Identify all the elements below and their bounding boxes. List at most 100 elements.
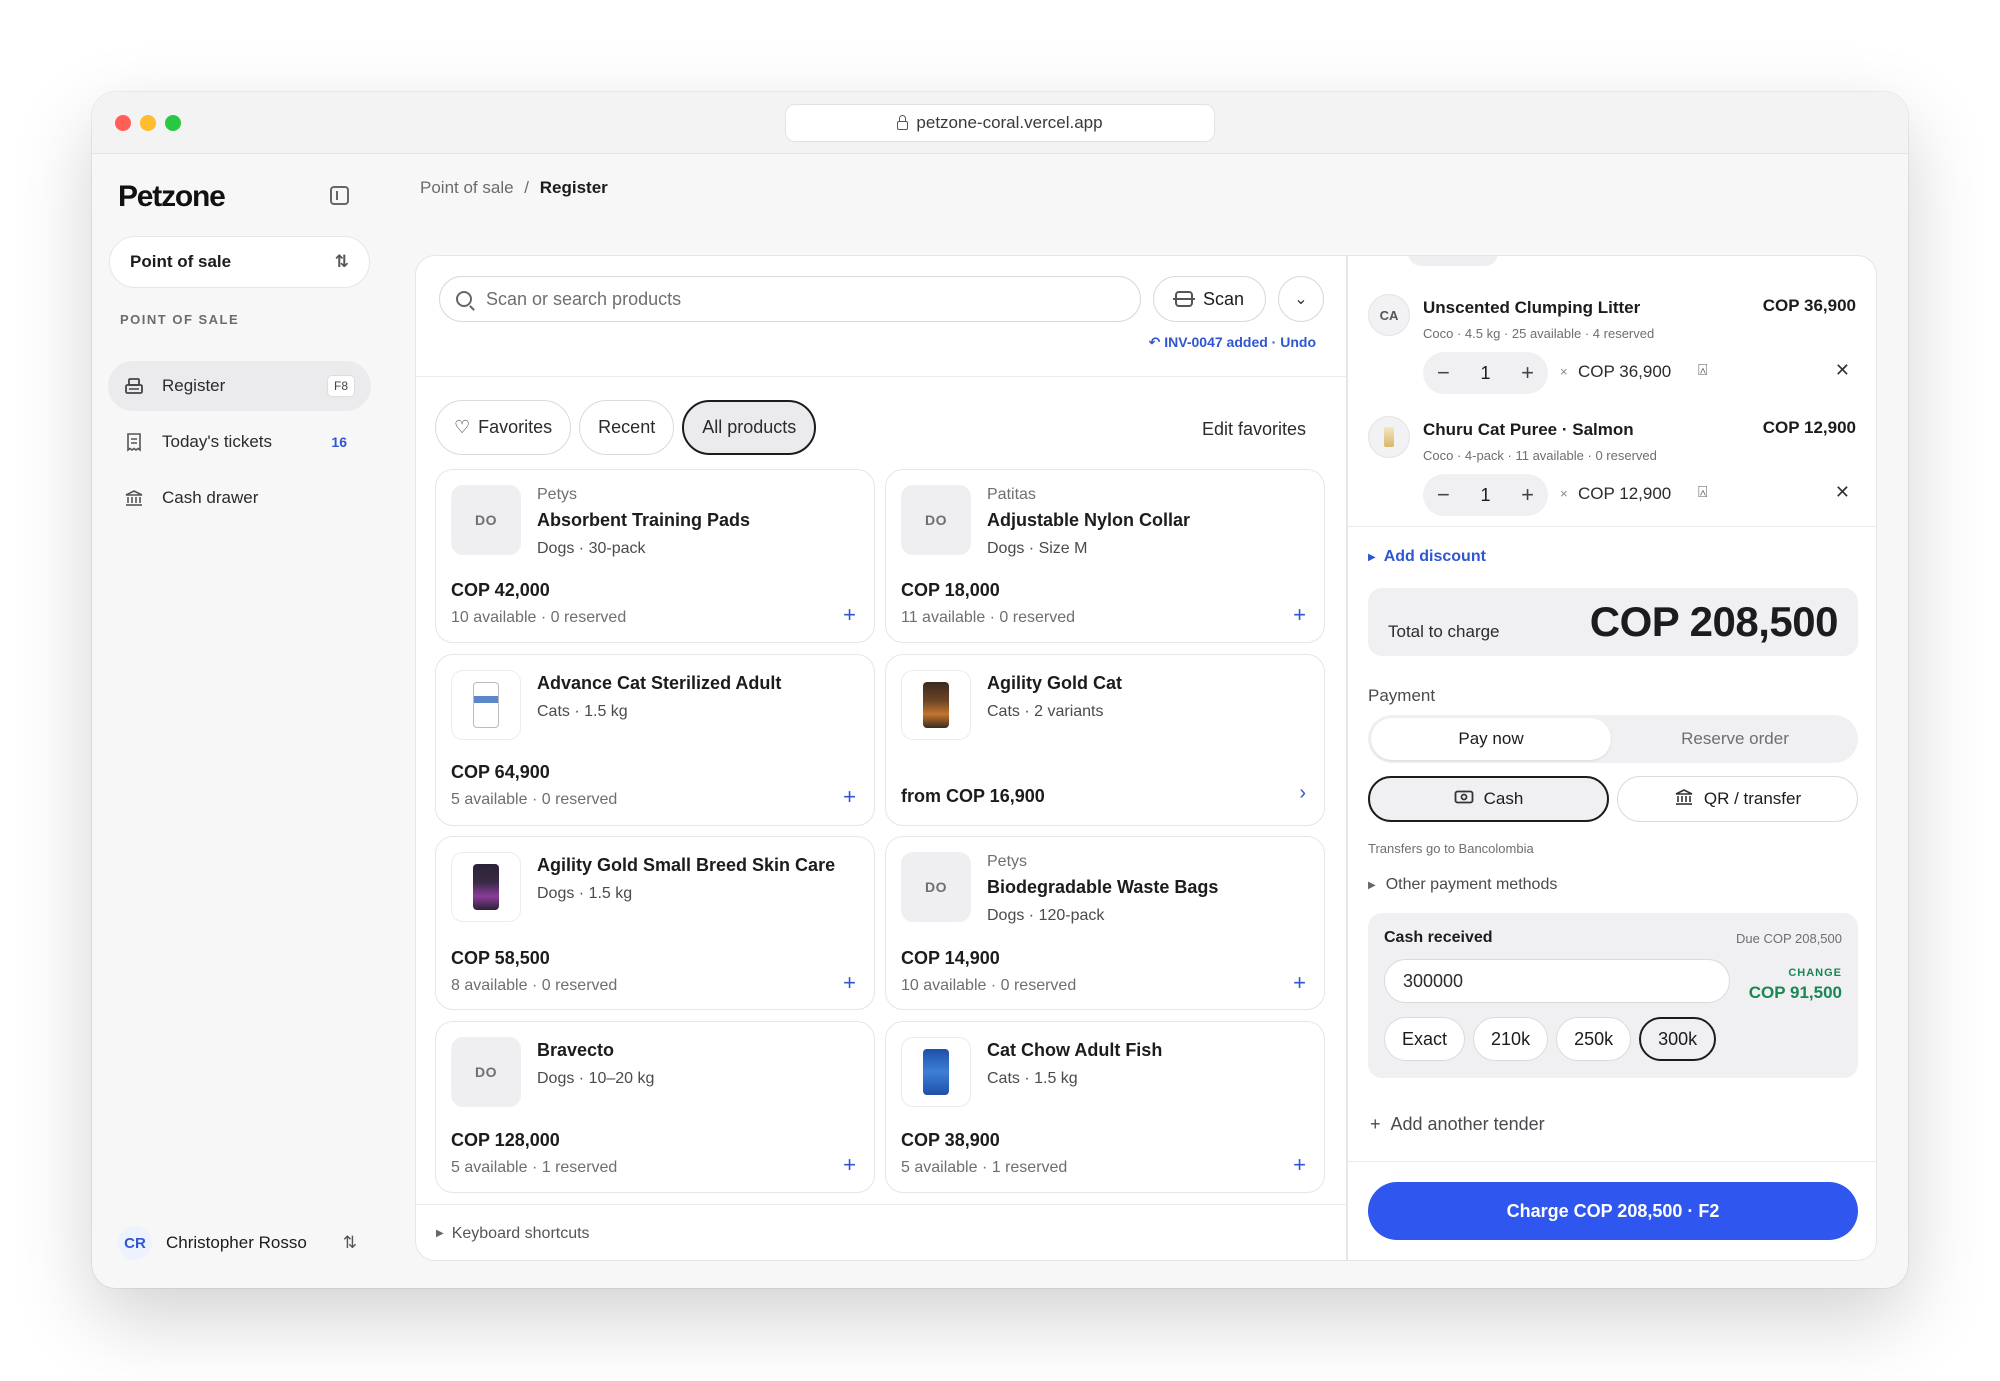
previous-line-peek — [1408, 256, 1498, 266]
undo-toast[interactable]: ↶ INV-0047 added · Undo — [1149, 334, 1316, 351]
quick-amount-210k[interactable]: 210k — [1473, 1017, 1549, 1061]
product-card[interactable]: DO Petys Biodegradable Waste Bags Dogs ·… — [885, 836, 1325, 1010]
sidebar-item-register[interactable]: Register F8 — [108, 361, 371, 411]
search-input[interactable]: Scan or search products — [439, 276, 1141, 322]
add-tender-label: Add another tender — [1390, 1114, 1545, 1134]
quick-amount-exact[interactable]: Exact — [1384, 1017, 1466, 1061]
scan-button[interactable]: Scan — [1153, 276, 1266, 322]
keyboard-shortcuts-label: Keyboard shortcuts — [451, 1224, 590, 1242]
package-image — [1384, 427, 1394, 447]
price-adjust-icon[interactable]: ⍓ — [1698, 484, 1708, 502]
app-switcher[interactable]: Point of sale ⇅ — [109, 236, 370, 288]
add-tender-button[interactable]: + Add another tender — [1370, 1114, 1545, 1135]
increment-button[interactable]: + — [1521, 360, 1534, 386]
qr-transfer-method-button[interactable]: QR / transfer — [1617, 776, 1858, 822]
product-card[interactable]: DO Bravecto Dogs · 10–20 kg COP 128,000 … — [435, 1021, 875, 1193]
tab-favorites[interactable]: ♡ Favorites — [435, 400, 572, 455]
breadcrumb-separator: / — [524, 178, 530, 197]
product-name: Agility Gold Small Breed Skin Care — [537, 855, 836, 875]
product-meta: Dogs · Size M — [987, 540, 1088, 557]
browser-window: petzone-coral.vercel.app Petzone Point o… — [92, 92, 1908, 1288]
charge-button[interactable]: Charge COP 208,500 · F2 — [1368, 1182, 1858, 1240]
sidebar-item-todays-tickets[interactable]: Today's tickets 16 — [108, 417, 371, 467]
user-menu[interactable]: CR Christopher Rosso ⇅ — [118, 1226, 357, 1260]
breadcrumb-parent[interactable]: Point of sale — [420, 178, 514, 197]
keyboard-shortcuts-toggle[interactable]: ▶ Keyboard shortcuts — [416, 1204, 1346, 1260]
multiply-icon: × — [1560, 364, 1568, 379]
app-switcher-label: Point of sale — [130, 252, 232, 271]
add-to-cart-icon[interactable]: + — [1293, 1152, 1306, 1178]
pay-now-option[interactable]: Pay now — [1371, 718, 1611, 760]
sidebar-item-label: Cash drawer — [162, 488, 259, 507]
change-value: COP 91,500 — [1748, 983, 1842, 1002]
remove-line-button[interactable]: ✕ — [1835, 360, 1850, 381]
product-card[interactable]: DO Petys Absorbent Training Pads Dogs · … — [435, 469, 875, 643]
more-options-button[interactable]: ⌄ — [1278, 276, 1324, 322]
sidebar-item-cash-drawer[interactable]: Cash drawer — [108, 473, 371, 523]
cart-line-total[interactable]: COP 12,900 — [1578, 484, 1671, 504]
add-to-cart-icon[interactable]: + — [843, 602, 856, 628]
tab-all-products[interactable]: All products — [682, 400, 817, 455]
price-adjust-icon[interactable]: ⍓ — [1698, 362, 1708, 380]
product-card[interactable]: Advance Cat Sterilized Adult Cats · 1.5 … — [435, 654, 875, 826]
method-label: Cash — [1483, 789, 1524, 808]
add-to-cart-icon[interactable]: + — [843, 784, 856, 810]
decrement-button[interactable]: − — [1437, 360, 1450, 386]
product-meta: Cats · 1.5 kg — [537, 703, 628, 720]
cart-line-meta: Coco · 4.5 kg · 25 available · 4 reserve… — [1423, 326, 1655, 341]
product-meta: Dogs · 30-pack — [537, 540, 646, 557]
cart-line-total[interactable]: COP 36,900 — [1578, 362, 1671, 382]
cart-line: CA Unscented Clumping Litter COP 36,900 … — [1368, 294, 1856, 394]
product-stock: 11 available · 0 reserved — [901, 609, 1076, 626]
add-discount-label: Add discount — [1383, 548, 1486, 565]
product-brand: Patitas — [987, 486, 1036, 503]
cash-received-input[interactable]: 300000 — [1384, 959, 1730, 1003]
product-price: COP 128,000 — [451, 1130, 560, 1150]
quick-amount-250k[interactable]: 250k — [1556, 1017, 1632, 1061]
add-discount-toggle[interactable]: ▶ Add discount — [1368, 548, 1486, 566]
package-image — [473, 864, 499, 910]
user-name: Christopher Rosso — [166, 1233, 307, 1252]
product-card[interactable]: DO Patitas Adjustable Nylon Collar Dogs … — [885, 469, 1325, 643]
product-meta: Cats · 2 variants — [987, 703, 1104, 720]
product-name: Agility Gold Cat — [987, 673, 1122, 693]
quantity-stepper: − 1 + — [1423, 474, 1548, 516]
minimize-window-button[interactable] — [140, 115, 156, 131]
chevron-right-icon[interactable]: › — [1299, 782, 1306, 805]
cash-method-button[interactable]: Cash — [1368, 776, 1609, 822]
lock-icon — [897, 114, 909, 130]
quantity-value[interactable]: 1 — [1480, 485, 1490, 506]
edit-favorites-button[interactable]: Edit favorites — [1202, 419, 1306, 440]
cash-received-box: Cash received Due COP 208,500 300000 CHA… — [1368, 913, 1858, 1078]
divider — [416, 376, 1346, 377]
product-card[interactable]: Agility Gold Cat Cats · 2 variants from … — [885, 654, 1325, 826]
product-name: Cat Chow Adult Fish — [987, 1040, 1163, 1060]
cart-line-price: COP 36,900 — [1762, 296, 1856, 315]
product-card[interactable]: Agility Gold Small Breed Skin Care Dogs … — [435, 836, 875, 1010]
multiply-icon: × — [1560, 486, 1568, 501]
product-stock: 10 available · 0 reserved — [451, 609, 627, 626]
reserve-order-option[interactable]: Reserve order — [1615, 718, 1855, 760]
increment-button[interactable]: + — [1521, 482, 1534, 508]
product-image — [451, 852, 521, 922]
decrement-button[interactable]: − — [1437, 482, 1450, 508]
tab-recent[interactable]: Recent — [579, 400, 675, 455]
change-label: CHANGE — [1788, 967, 1842, 979]
product-meta: Dogs · 120-pack — [987, 907, 1105, 924]
sidebar-collapse-icon[interactable] — [330, 186, 349, 205]
add-to-cart-icon[interactable]: + — [1293, 970, 1306, 996]
close-window-button[interactable] — [115, 115, 131, 131]
register-icon — [124, 376, 144, 396]
quantity-value[interactable]: 1 — [1480, 363, 1490, 384]
remove-line-button[interactable]: ✕ — [1835, 482, 1850, 503]
address-bar[interactable]: petzone-coral.vercel.app — [785, 104, 1215, 142]
quick-amount-300k[interactable]: 300k — [1639, 1017, 1717, 1061]
other-payment-methods-toggle[interactable]: ▶ Other payment methods — [1368, 876, 1557, 894]
product-card[interactable]: Cat Chow Adult Fish Cats · 1.5 kg COP 38… — [885, 1021, 1325, 1193]
add-to-cart-icon[interactable]: + — [843, 1152, 856, 1178]
product-thumb-placeholder: DO — [901, 485, 971, 555]
add-to-cart-icon[interactable]: + — [1293, 602, 1306, 628]
add-to-cart-icon[interactable]: + — [843, 970, 856, 996]
product-price: from COP 16,900 — [901, 786, 1045, 806]
maximize-window-button[interactable] — [165, 115, 181, 131]
